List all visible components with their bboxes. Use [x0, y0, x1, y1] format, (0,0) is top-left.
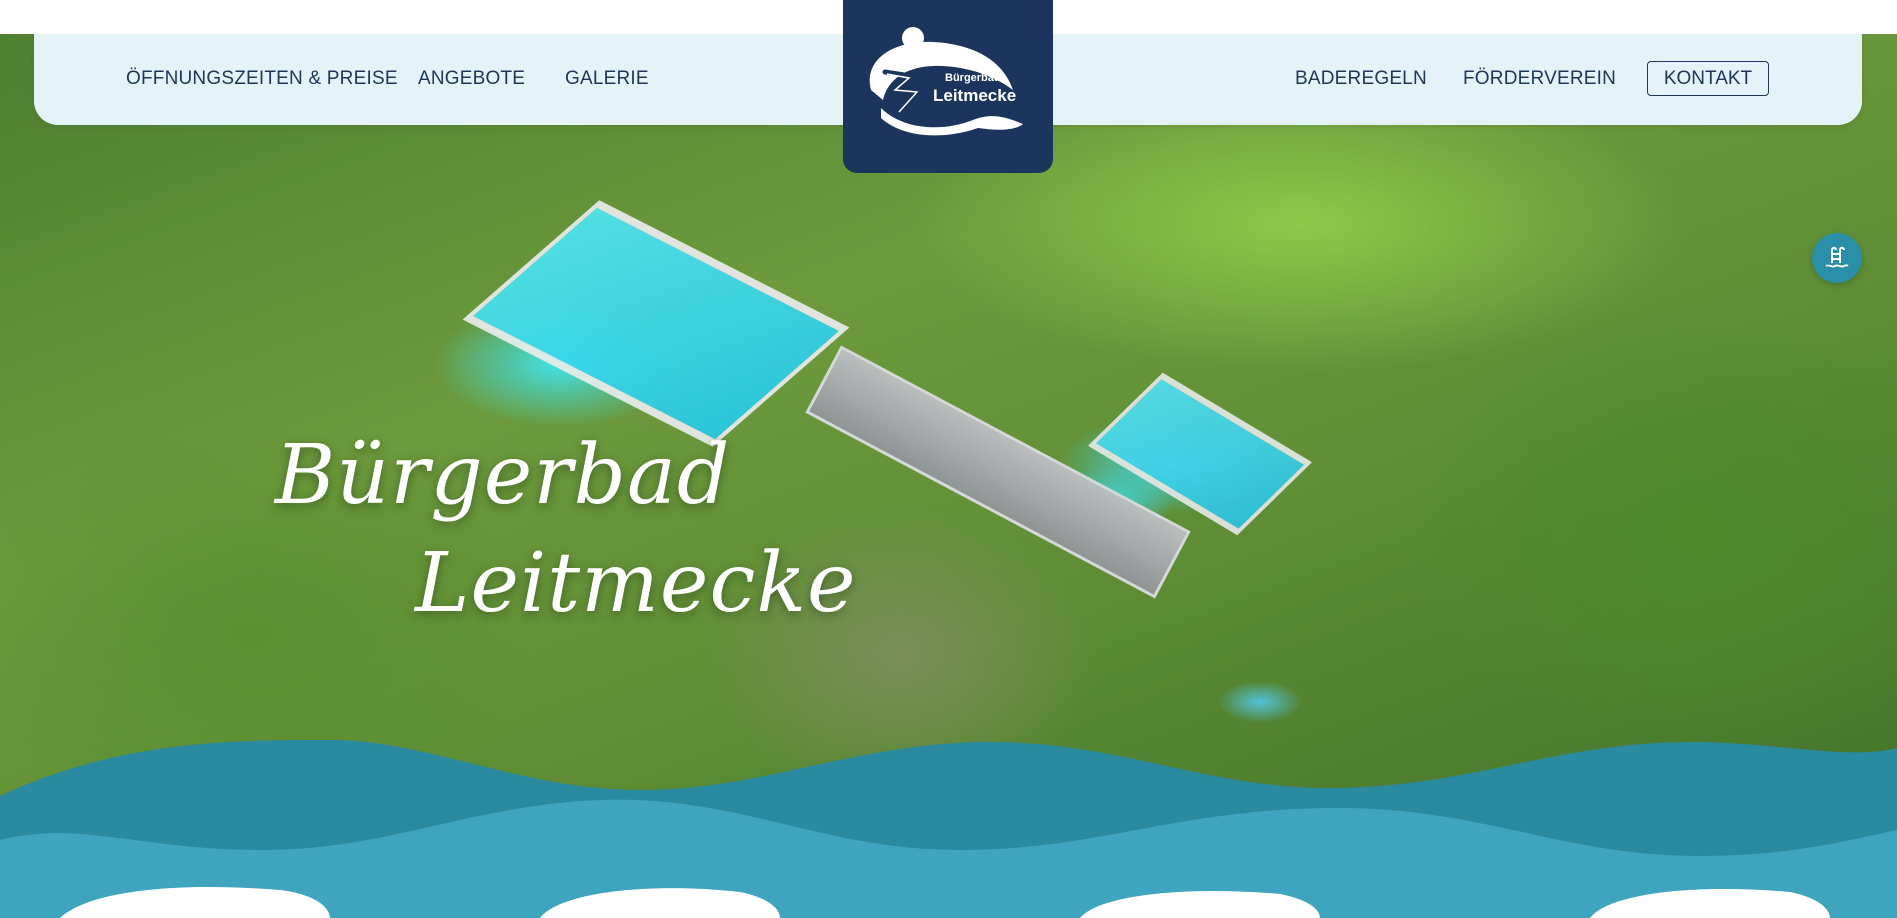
- wave-decoration: [0, 740, 1897, 918]
- pool-ladder-icon: [1825, 246, 1849, 268]
- nav-link-foerderverein[interactable]: FÖRDERVEREIN: [1463, 68, 1616, 90]
- pool-large-shape: [462, 200, 850, 447]
- side-floating-button[interactable]: [1812, 233, 1862, 283]
- hero-title: Bürgerbad Leitmecke: [275, 422, 857, 638]
- hero-title-line2: Leitmecke: [415, 536, 857, 631]
- nav-link-galerie[interactable]: GALERIE: [565, 68, 649, 90]
- contact-button[interactable]: KONTAKT: [1647, 61, 1769, 96]
- logo-text-line2: Leitmecke: [933, 86, 1017, 105]
- logo-text-line1: Bürgerbad: [945, 72, 1001, 84]
- site-logo[interactable]: Bürgerbad Leitmecke: [843, 0, 1053, 173]
- nav-link-oeffnungszeiten[interactable]: ÖFFNUNGSZEITEN & PREISE: [126, 68, 398, 90]
- hero-title-line1: Bürgerbad: [275, 428, 731, 523]
- nav-link-angebote[interactable]: ANGEBOTE: [418, 68, 525, 90]
- nav-link-baderegeln[interactable]: BADEREGELN: [1295, 68, 1427, 90]
